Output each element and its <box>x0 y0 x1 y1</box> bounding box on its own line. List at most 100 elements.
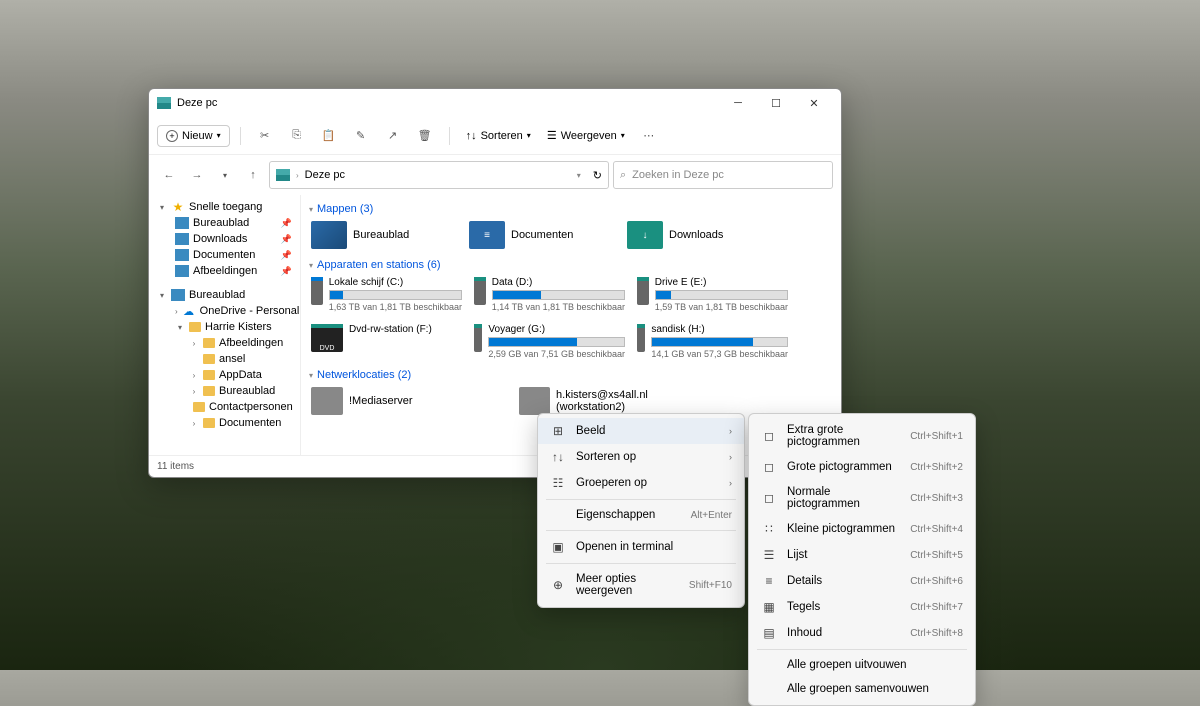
folder-bureaublad[interactable]: Bureaublad <box>309 219 459 251</box>
drive-item[interactable]: Lokale schijf (C:)1,63 TB van 1,81 TB be… <box>309 275 464 314</box>
sidebar-pinned-bureaublad[interactable]: Bureaublad📌 <box>149 215 300 231</box>
sidebar-user[interactable]: ▾Harrie Kisters <box>149 319 300 335</box>
menu-item[interactable]: ◻Normale pictogrammenCtrl+Shift+3 <box>749 480 975 516</box>
menu-item-label: Eigenschappen <box>576 509 681 521</box>
drive-free-text: 1,14 TB van 1,81 TB beschikbaar <box>492 302 625 312</box>
xl-icon: ◻ <box>761 429 777 443</box>
drive-item[interactable]: Drive E (E:)1,59 TB van 1,81 TB beschikb… <box>635 275 790 314</box>
desktop-icon <box>311 221 347 249</box>
folder-icon <box>203 354 215 364</box>
menu-item[interactable]: ≡DetailsCtrl+Shift+6 <box>749 568 975 594</box>
pin-icon: 📌 <box>281 218 292 229</box>
sidebar-desktop[interactable]: ▾ Bureaublad <box>149 287 300 303</box>
sidebar-user-bureaublad[interactable]: ›Bureaublad <box>149 383 300 399</box>
sidebar-user-appdata[interactable]: ›AppData <box>149 367 300 383</box>
titlebar[interactable]: Deze pc ─ ☐ ✕ <box>149 89 841 117</box>
drive-name: Voyager (G:) <box>488 324 625 335</box>
chevron-down-icon: ▾ <box>217 131 221 140</box>
menu-item-label: Alle groepen samenvouwen <box>787 683 963 695</box>
menu-item[interactable]: ☰LijstCtrl+Shift+5 <box>749 542 975 568</box>
drive-item[interactable]: DVDDvd-rw-station (F:) <box>309 322 464 361</box>
group-drives-header[interactable]: ▾Apparaten en stations (6) <box>309 259 833 271</box>
close-button[interactable]: ✕ <box>795 90 833 116</box>
menu-item-label: Sorteren op <box>576 451 719 463</box>
menu-item-label: Grote pictogrammen <box>787 461 900 473</box>
drive-item[interactable]: sandisk (H:)14,1 GB van 57,3 GB beschikb… <box>635 322 790 361</box>
group-folders-header[interactable]: ▾Mappen (3) <box>309 203 833 215</box>
menu-item[interactable]: ▣Openen in terminal <box>538 534 744 560</box>
group-network-header[interactable]: ▾Netwerklocaties (2) <box>309 369 833 381</box>
menu-item[interactable]: ▤InhoudCtrl+Shift+8 <box>749 620 975 646</box>
documents-icon <box>175 249 189 261</box>
menu-separator <box>757 649 967 650</box>
new-button[interactable]: + Nieuw ▾ <box>157 125 230 147</box>
search-input[interactable]: ⌕ Zoeken in Deze pc <box>613 161 833 189</box>
toolbar: + Nieuw ▾ ✂ ⎘ 📋 ✎ ↗ 🗑 ↑↓ Sorteren ▾ ☰ We… <box>149 117 841 155</box>
drive-free-text: 1,63 TB van 1,81 TB beschikbaar <box>329 302 462 312</box>
drive-free-text: 2,59 GB van 7,51 GB beschikbaar <box>488 349 625 359</box>
separator <box>240 127 241 145</box>
folder-downloads[interactable]: ↓Downloads <box>625 219 775 251</box>
search-icon: ⌕ <box>620 169 626 182</box>
sidebar-user-ansel[interactable]: ansel <box>149 351 300 367</box>
sidebar-user-afbeeldingen[interactable]: ›Afbeeldingen <box>149 335 300 351</box>
context-submenu-view: ◻Extra grote pictogrammenCtrl+Shift+1◻Gr… <box>748 413 976 706</box>
downloads-icon <box>175 233 189 245</box>
server-icon <box>311 387 343 415</box>
sidebar-quick-access[interactable]: ▾★ Snelle toegang <box>149 199 300 215</box>
documents-icon: ≡ <box>469 221 505 249</box>
more-button[interactable]: ⋯ <box>635 122 663 150</box>
menu-item[interactable]: ⊞Beeld› <box>538 418 744 444</box>
menu-item-label: Alle groepen uitvouwen <box>787 659 963 671</box>
chevron-down-icon[interactable]: ▾ <box>577 171 581 180</box>
back-button[interactable]: ← <box>157 163 181 187</box>
folder-documenten[interactable]: ≡Documenten <box>467 219 617 251</box>
sidebar-pinned-afbeeldingen[interactable]: Afbeeldingen📌 <box>149 263 300 279</box>
cloud-icon: ☁ <box>182 305 196 317</box>
dvd-icon: DVD <box>311 324 343 352</box>
sidebar-user-documenten[interactable]: ›Documenten <box>149 415 300 431</box>
sidebar: ▾★ Snelle toegang Bureaublad📌 Downloads📌… <box>149 195 301 455</box>
menu-item[interactable]: ◻Grote pictogrammenCtrl+Shift+2 <box>749 454 975 480</box>
menu-item[interactable]: ∷Kleine pictogrammenCtrl+Shift+4 <box>749 516 975 542</box>
up-button[interactable]: ↑ <box>241 163 265 187</box>
drive-icon <box>474 324 482 352</box>
menu-item[interactable]: ⊕Meer opties weergevenShift+F10 <box>538 567 744 603</box>
menu-item[interactable]: ▦TegelsCtrl+Shift+7 <box>749 594 975 620</box>
submenu-arrow-icon: › <box>729 426 732 436</box>
menu-separator <box>546 563 736 564</box>
share-button[interactable]: ↗ <box>379 122 407 150</box>
cut-button[interactable]: ✂ <box>251 122 279 150</box>
item-count: 11 items <box>157 461 194 472</box>
minimize-button[interactable]: ─ <box>719 90 757 116</box>
sidebar-onedrive[interactable]: ›☁OneDrive - Personal <box>149 303 300 319</box>
pictures-icon <box>175 265 189 277</box>
sidebar-pinned-documenten[interactable]: Documenten📌 <box>149 247 300 263</box>
menu-item[interactable]: Alle groepen uitvouwen <box>749 653 975 677</box>
recent-button[interactable]: ▾ <box>213 163 237 187</box>
menu-item[interactable]: Alle groepen samenvouwen <box>749 677 975 701</box>
copy-button[interactable]: ⎘ <box>283 122 311 150</box>
menu-item[interactable]: ☷Groeperen op› <box>538 470 744 496</box>
rename-button[interactable]: ✎ <box>347 122 375 150</box>
sort-button[interactable]: ↑↓ Sorteren ▾ <box>460 130 537 142</box>
address-bar[interactable]: › Deze pc ▾ ↻ <box>269 161 609 189</box>
paste-button[interactable]: 📋 <box>315 122 343 150</box>
drive-item[interactable]: Voyager (G:) 2,59 GB van 7,51 GB beschikb… <box>472 322 627 361</box>
usage-bar <box>492 290 625 300</box>
menu-item[interactable]: ◻Extra grote pictogrammenCtrl+Shift+1 <box>749 418 975 454</box>
menu-item[interactable]: EigenschappenAlt+Enter <box>538 503 744 527</box>
menu-item[interactable]: ↑↓Sorteren op› <box>538 444 744 470</box>
sidebar-pinned-downloads[interactable]: Downloads📌 <box>149 231 300 247</box>
tiles-icon: ▦ <box>761 600 777 614</box>
shortcut-hint: Ctrl+Shift+3 <box>910 493 963 504</box>
refresh-button[interactable]: ↻ <box>593 169 602 182</box>
network-mediaserver[interactable]: !Mediaserver <box>309 385 509 417</box>
forward-button[interactable]: → <box>185 163 209 187</box>
view-button[interactable]: ☰ Weergeven ▾ <box>541 129 631 142</box>
maximize-button[interactable]: ☐ <box>757 90 795 116</box>
grid-icon: ⊞ <box>550 424 566 438</box>
drive-item[interactable]: Data (D:)1,14 TB van 1,81 TB beschikbaar <box>472 275 627 314</box>
sidebar-user-contactpersonen[interactable]: Contactpersonen <box>149 399 300 415</box>
delete-button[interactable]: 🗑 <box>411 122 439 150</box>
